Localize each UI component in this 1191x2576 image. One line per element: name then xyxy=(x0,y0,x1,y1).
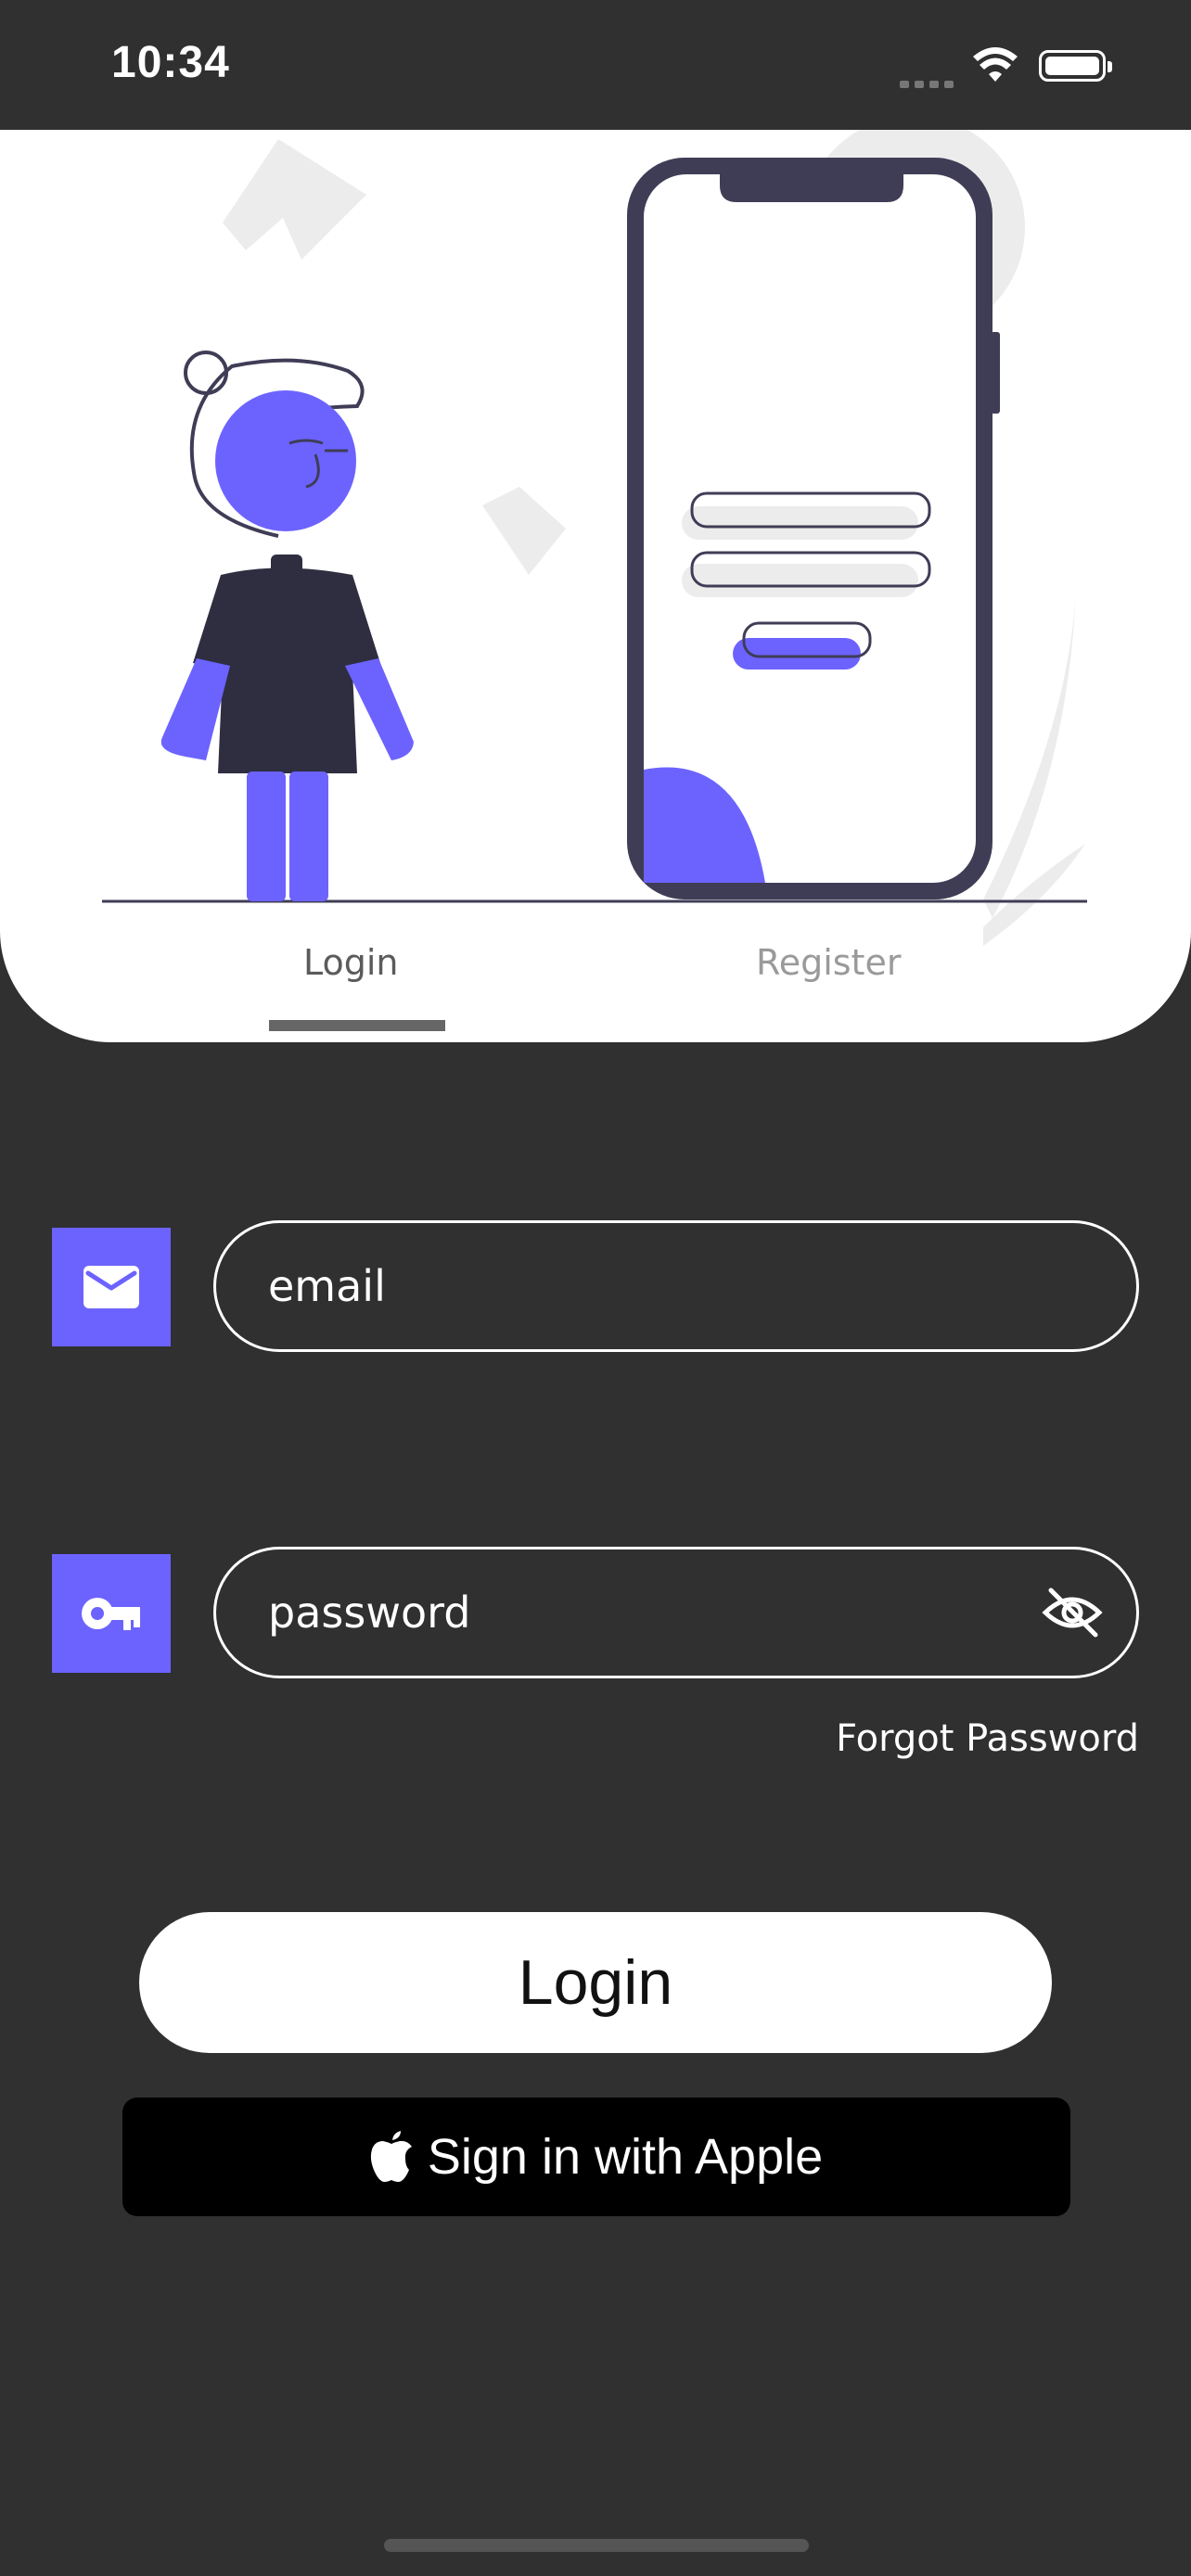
mail-icon xyxy=(83,1266,139,1308)
eye-off-icon[interactable] xyxy=(1042,1585,1103,1640)
battery-icon xyxy=(1039,50,1112,82)
apple-button-label: Sign in with Apple xyxy=(427,2129,824,2185)
key-icon xyxy=(82,1598,140,1630)
login-button[interactable]: Login xyxy=(139,1912,1052,2053)
home-indicator xyxy=(384,2539,809,2552)
login-illustration xyxy=(102,130,1087,946)
wifi-icon xyxy=(973,47,1018,82)
apple-icon xyxy=(370,2131,412,2182)
cellular-signal-icon xyxy=(900,74,959,92)
status-bar: 10:34 xyxy=(0,0,1191,130)
email-input[interactable] xyxy=(268,1223,1010,1349)
email-icon-box xyxy=(52,1228,171,1346)
sign-in-with-apple-button[interactable]: Sign in with Apple xyxy=(122,2098,1070,2216)
hero-panel: Login Register xyxy=(0,130,1191,1042)
password-input[interactable] xyxy=(268,1549,1010,1676)
email-field[interactable] xyxy=(213,1220,1139,1352)
forgot-password-link[interactable]: Forgot Password xyxy=(836,1717,1139,1760)
password-field[interactable] xyxy=(213,1547,1139,1678)
active-tab-indicator xyxy=(269,1020,445,1031)
password-icon-box xyxy=(52,1554,171,1673)
tab-login[interactable]: Login xyxy=(303,942,399,983)
status-time: 10:34 xyxy=(111,38,230,87)
tab-register[interactable]: Register xyxy=(756,942,901,983)
